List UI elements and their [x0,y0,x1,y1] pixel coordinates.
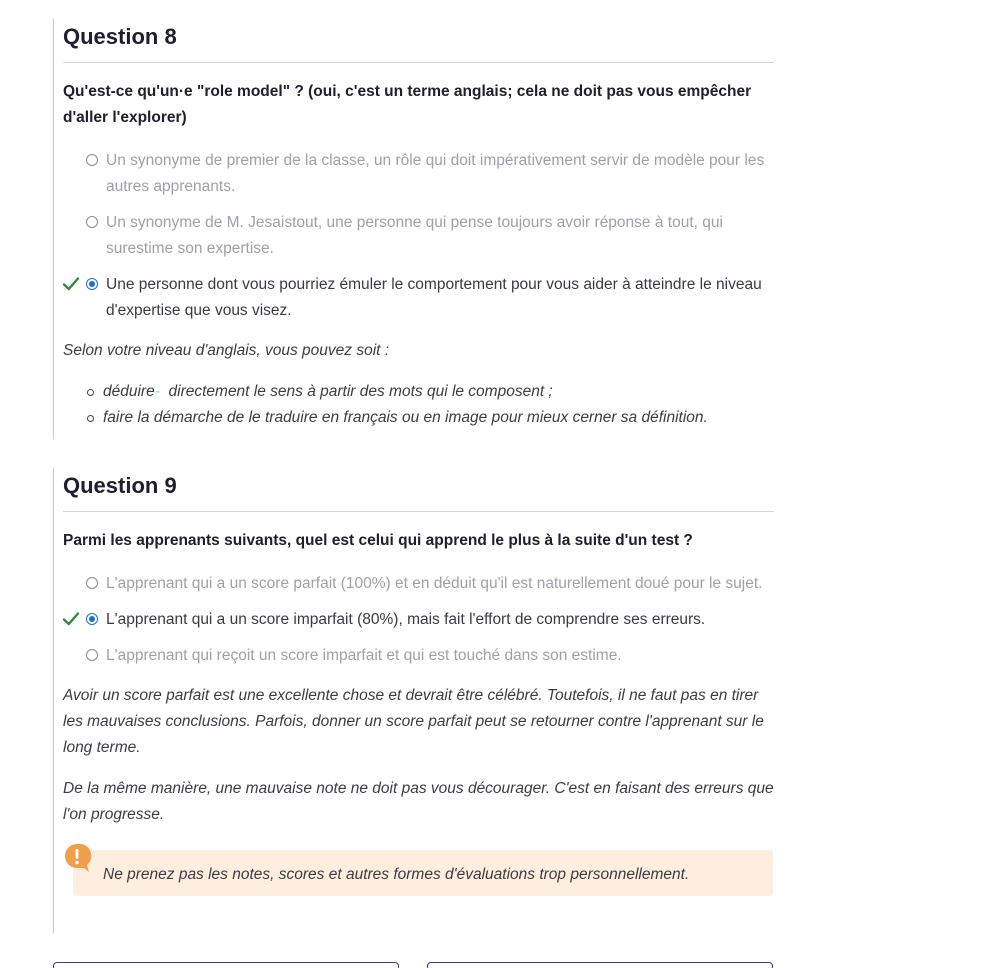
tip-text: Ne prenez pas les notes, scores et autre… [103,866,690,883]
answer-label: Un synonyme de M. Jesaistout, une person… [106,214,723,257]
quiz-results-page: Question 8 Qu'est-ce qu'un·e "role model… [0,0,1002,968]
radio-button-selected[interactable] [86,613,98,625]
answer-option[interactable]: L'apprenant qui a un score parfait (100%… [63,571,774,597]
answer-explanation: Selon votre niveau d'anglais, vous pouve… [63,338,774,431]
answer-option-correct[interactable]: Une personne dont vous pourriez émuler l… [62,272,774,324]
answer-label: L'apprenant qui a un score parfait (100%… [106,575,763,592]
answer-explanation: Avoir un score parfait est une excellent… [63,683,774,828]
explanation-paragraph: De la même manière, une mauvaise note ne… [63,780,774,823]
radio-button[interactable] [86,154,98,166]
answer-option[interactable]: Un synonyme de premier de la classe, un … [63,148,774,200]
answer-option-correct[interactable]: L'apprenant qui a un score imparfait (80… [62,607,774,633]
explanation-paragraph: Avoir un score parfait est une excellent… [63,687,764,756]
explanation-intro: Selon votre niveau d'anglais, vous pouve… [63,342,390,359]
tip-callout: Ne prenez pas les notes, scores et autre… [65,843,773,896]
answer-label: L'apprenant qui reçoit un score imparfai… [106,647,622,664]
next-button[interactable] [427,962,773,968]
radio-button[interactable] [86,216,98,228]
radio-button-selected[interactable] [86,278,98,290]
question-9: Question 9 Parmi les apprenants suivants… [53,468,774,933]
answer-label: Un synonyme de premier de la classe, un … [106,152,765,195]
exclamation-icon [65,843,92,872]
check-icon [62,277,80,291]
answer-label: Une personne dont vous pourriez émuler l… [106,276,762,319]
question-8: Question 8 Qu'est-ce qu'un·e "role model… [53,19,774,439]
answer-list: L'apprenant qui a un score parfait (100%… [62,571,774,669]
answer-option[interactable]: L'apprenant qui reçoit un score imparfai… [63,643,774,669]
check-icon [62,612,80,626]
answer-label: L'apprenant qui a un score imparfait (80… [106,611,706,628]
question-title: Question 8 [63,19,774,63]
explanation-item: faire la démarche de le traduire en fran… [63,405,774,431]
answer-list: Un synonyme de premier de la classe, un … [62,148,774,324]
radio-button[interactable] [86,577,98,589]
answer-option[interactable]: Un synonyme de M. Jesaistout, une person… [63,210,774,262]
question-text: Parmi les apprenants suivants, quel est … [63,532,693,549]
question-title: Question 9 [63,468,774,512]
question-text: Qu'est-ce qu'un·e "role model" ? (oui, c… [63,83,752,126]
explanation-item: déduire- directement le sens à partir de… [63,379,774,405]
previous-button[interactable] [53,962,399,968]
radio-button[interactable] [86,649,98,661]
explanation-list: déduire- directement le sens à partir de… [63,379,774,431]
